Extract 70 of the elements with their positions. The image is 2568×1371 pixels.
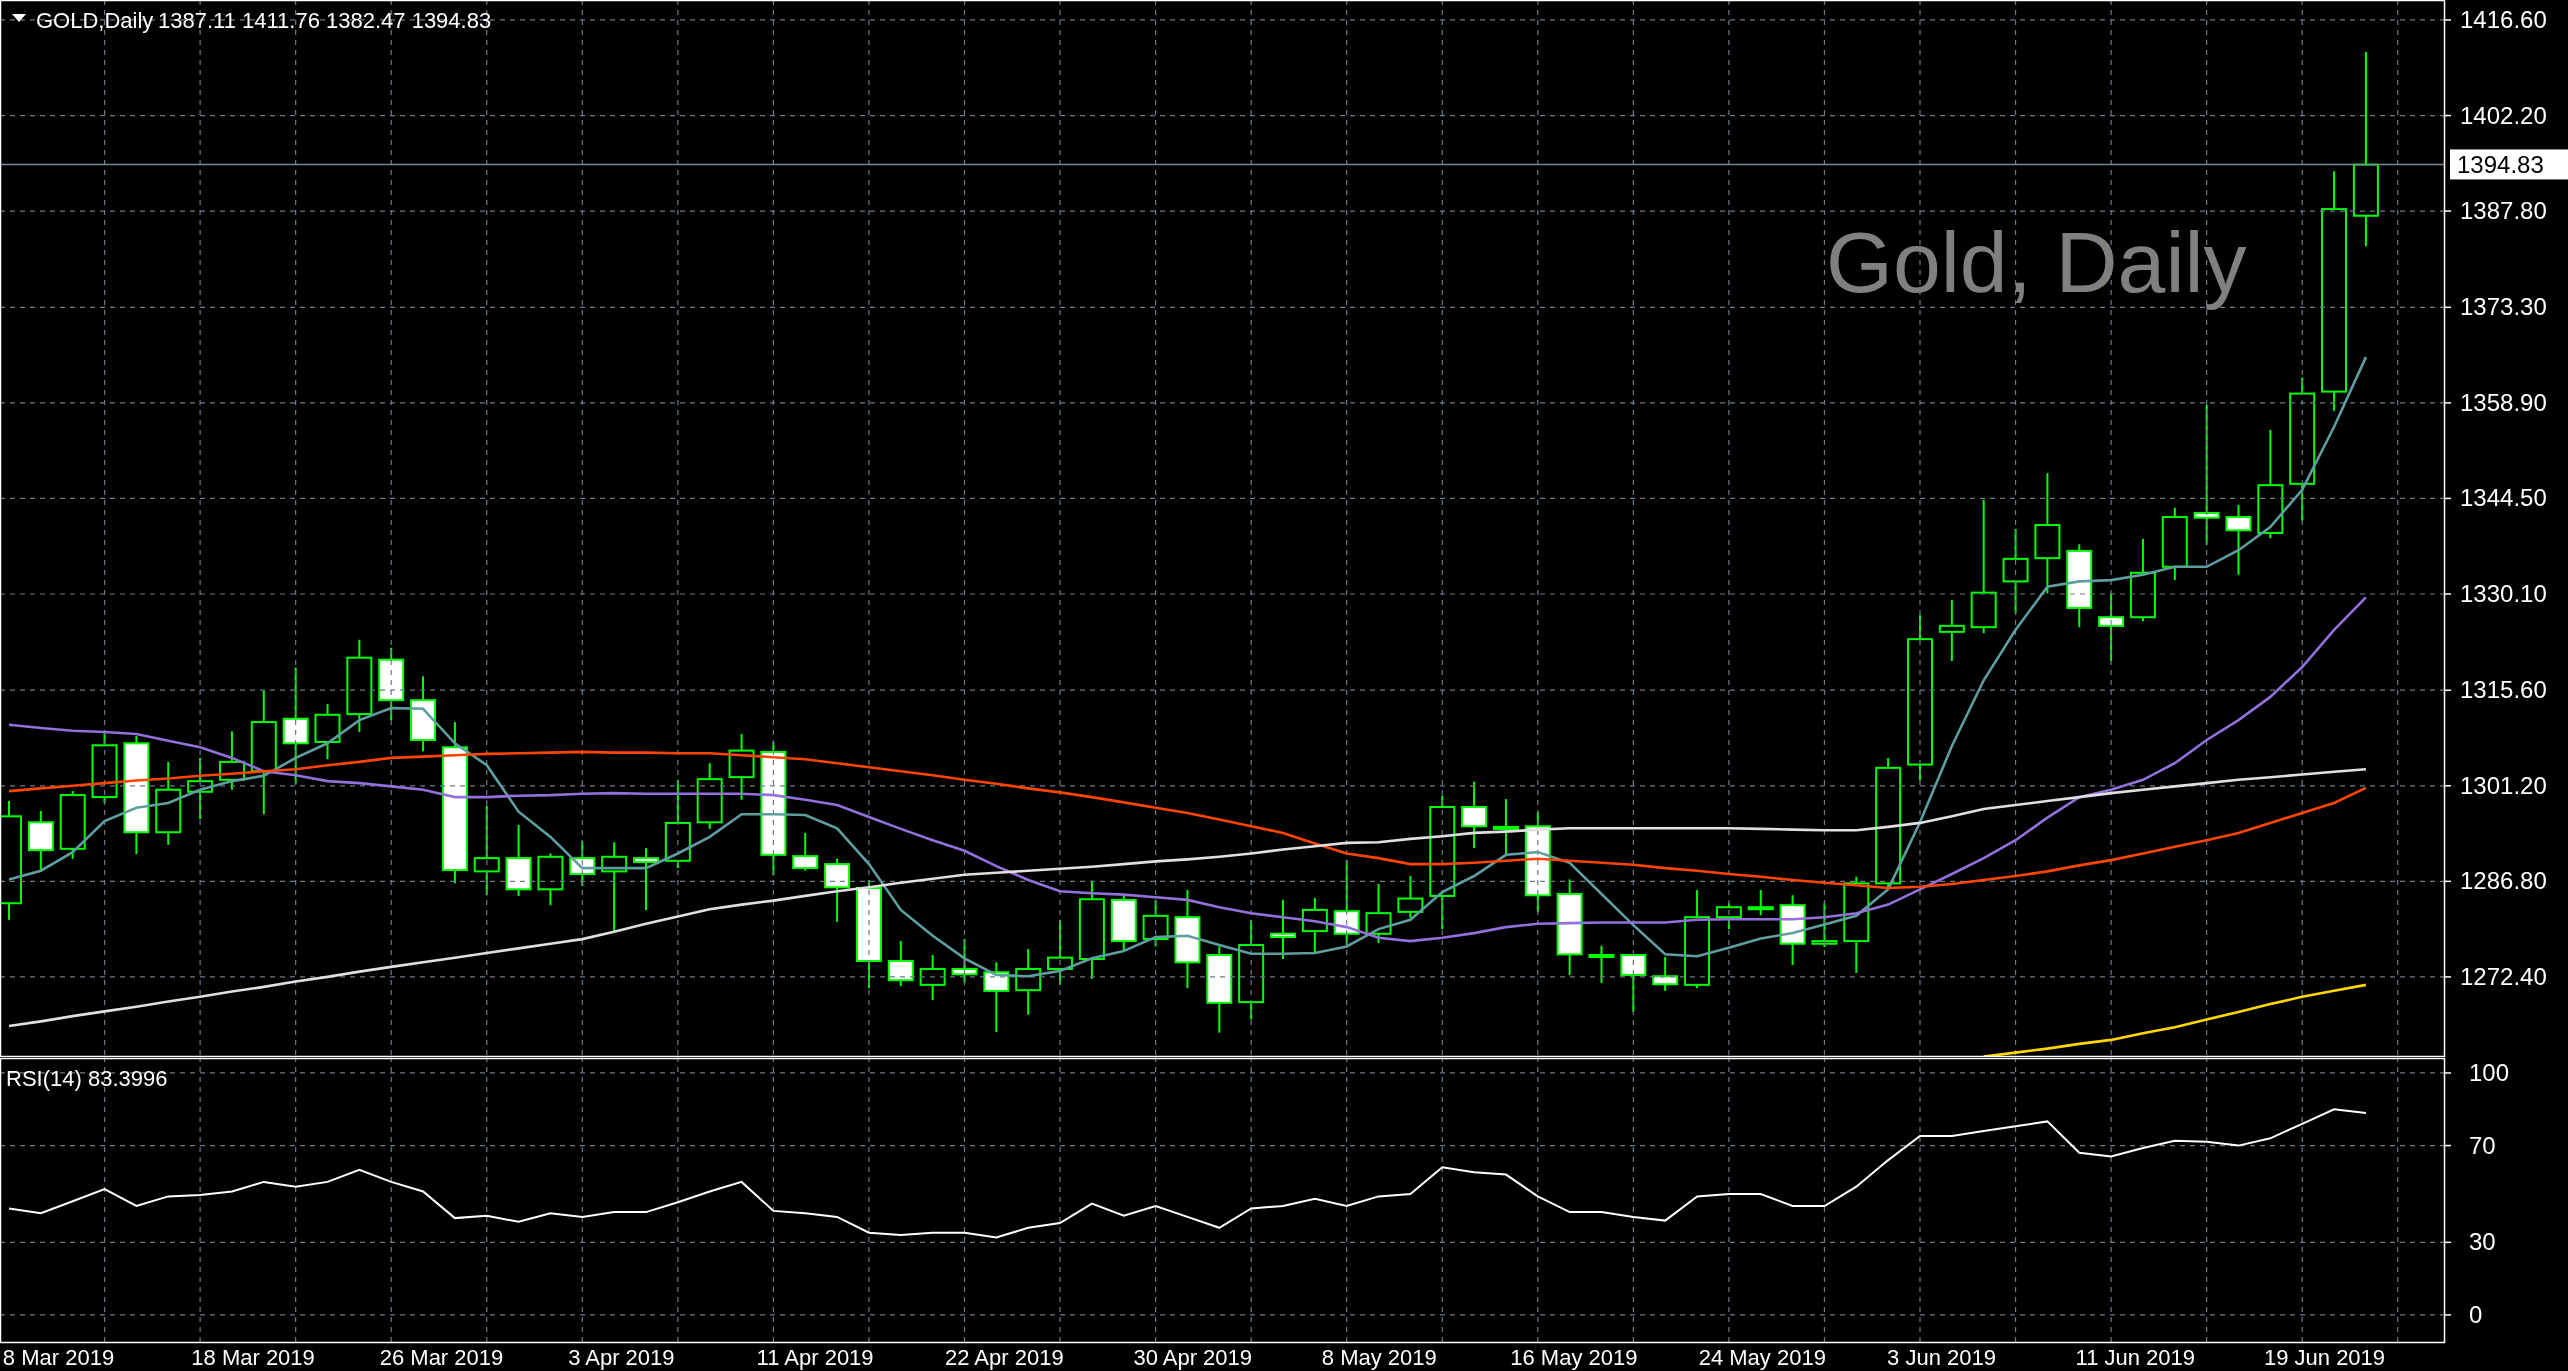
candlestick bbox=[1461, 780, 1488, 850]
rsi-axis-label: 0 bbox=[2469, 1300, 2483, 1328]
candlestick bbox=[1588, 944, 1615, 984]
candlestick bbox=[1620, 954, 1647, 1014]
candlestick bbox=[569, 839, 596, 887]
candlestick bbox=[1301, 896, 1328, 954]
candlestick bbox=[951, 938, 978, 984]
price-axis-label: 1272.40 bbox=[2460, 962, 2547, 990]
current-price-label: 1394.83 bbox=[2450, 149, 2568, 180]
price-axis-label: 1358.90 bbox=[2460, 388, 2547, 416]
price-axis-label: 1315.60 bbox=[2460, 676, 2547, 704]
candlestick bbox=[187, 756, 214, 820]
candlestick bbox=[27, 810, 54, 872]
candlestick bbox=[696, 762, 723, 830]
candlestick bbox=[1270, 898, 1296, 960]
candlestick bbox=[824, 857, 851, 923]
price-axis-label: 1330.10 bbox=[2460, 580, 2547, 607]
dropdown-triangle-icon[interactable] bbox=[12, 14, 26, 22]
date-axis-label: 26 Mar 2019 bbox=[379, 1345, 504, 1370]
date-axis-label: 22 Apr 2019 bbox=[945, 1345, 1064, 1370]
price-axis-label: 1344.50 bbox=[2460, 484, 2547, 512]
date-axis-label: 11 Jun 2019 bbox=[2075, 1345, 2196, 1370]
date-axis-label: 16 May 2019 bbox=[1510, 1345, 1638, 1370]
date-axis-label: 19 Jun 2019 bbox=[2263, 1345, 2386, 1370]
chart-label: Gold, Daily bbox=[1826, 214, 2247, 310]
candlestick bbox=[633, 847, 659, 911]
candlestick bbox=[1397, 875, 1424, 919]
price-axis-label: 1286.80 bbox=[2460, 867, 2547, 895]
candlestick bbox=[1015, 948, 1042, 1016]
date-axis-label: 11 Apr 2019 bbox=[756, 1345, 874, 1370]
candlestick bbox=[1492, 798, 1519, 856]
candlestick bbox=[2225, 504, 2252, 576]
candlestick bbox=[1715, 902, 1742, 931]
candlestick bbox=[1779, 894, 1806, 966]
candlestick bbox=[537, 852, 564, 907]
date-axis-label: 8 May 2019 bbox=[1321, 1345, 1437, 1370]
candlestick bbox=[1811, 902, 1838, 949]
rsi-axis-label: 30 bbox=[2469, 1228, 2496, 1256]
rsi-axis-label: 70 bbox=[2469, 1131, 2496, 1159]
candlestick bbox=[983, 961, 1010, 1033]
candlestick bbox=[1142, 898, 1169, 948]
candlestick bbox=[218, 730, 245, 791]
candlestick bbox=[792, 831, 819, 872]
rsi-axis-label: 100 bbox=[2469, 1058, 2510, 1086]
candlestick bbox=[59, 790, 86, 860]
price-axis-label: 1387.80 bbox=[2460, 197, 2547, 225]
date-axis-label: 30 Apr 2019 bbox=[1133, 1345, 1253, 1370]
date-axis-label: 3 Apr 2019 bbox=[568, 1345, 675, 1370]
chart-symbol: GOLD,Daily bbox=[36, 8, 154, 33]
candlestick bbox=[728, 733, 755, 801]
ref-line-label: 1394.83 bbox=[2457, 151, 2544, 179]
candlestick bbox=[314, 703, 341, 761]
candlestick bbox=[1110, 894, 1137, 952]
price-axis-label: 1416.60 bbox=[2460, 5, 2547, 33]
candlestick bbox=[1747, 888, 1774, 917]
candlestick bbox=[2098, 592, 2125, 662]
candlestick bbox=[919, 954, 946, 1002]
date-axis-label: 3 Jun 2019 bbox=[1887, 1345, 1996, 1370]
ohlc-values: 1387.11 1411.76 1382.47 1394.83 bbox=[158, 8, 492, 33]
candlestick bbox=[1938, 598, 1965, 662]
date-axis-label: 18 Mar 2019 bbox=[191, 1345, 315, 1370]
price-axis-label: 1402.20 bbox=[2460, 101, 2547, 129]
date-axis-label: 24 May 2019 bbox=[1698, 1345, 1826, 1370]
price-axis-label: 1301.20 bbox=[2460, 771, 2547, 799]
candlestick bbox=[1652, 956, 1679, 992]
date-axis-label: 8 Mar 2019 bbox=[2, 1345, 115, 1370]
candlestick bbox=[887, 940, 914, 988]
candlestick bbox=[1365, 883, 1392, 945]
rsi-label: RSI(14) 83.3996 bbox=[6, 1066, 168, 1091]
price-axis-label: 1373.30 bbox=[2460, 293, 2547, 321]
